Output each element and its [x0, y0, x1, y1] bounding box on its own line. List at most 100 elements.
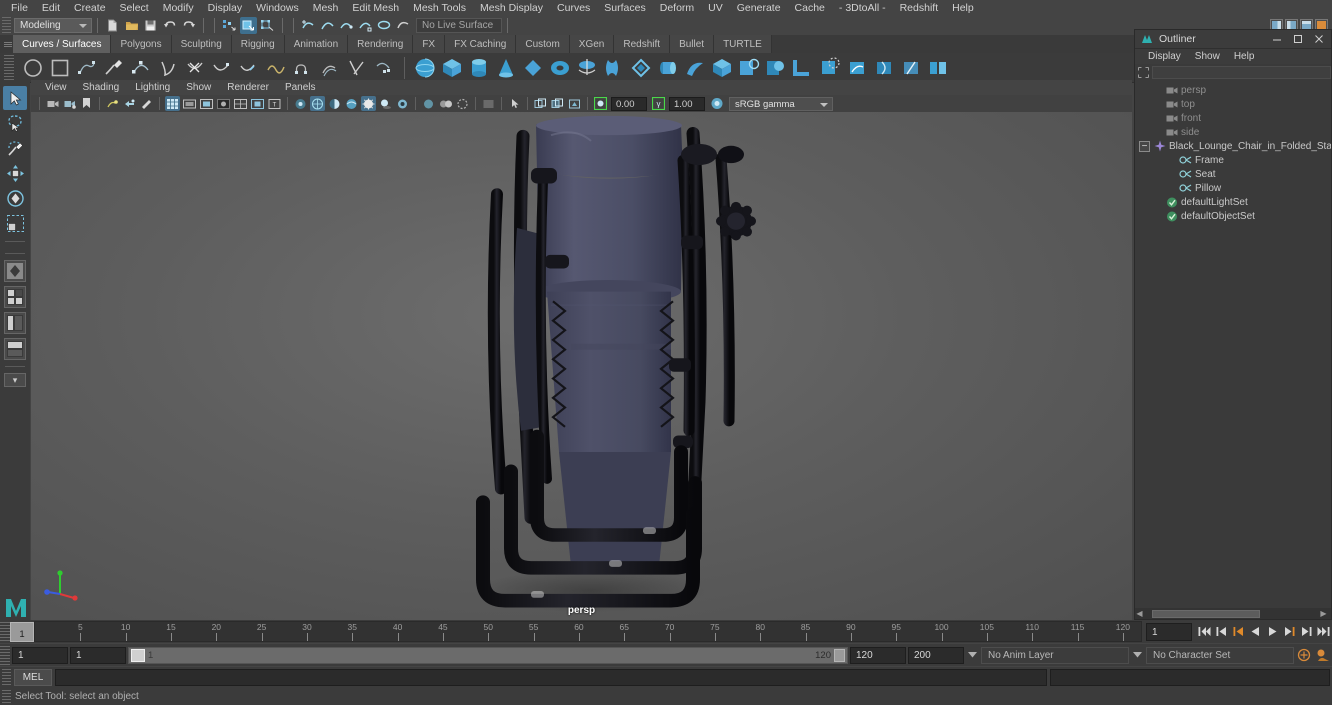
arc-curve-icon[interactable]	[155, 55, 181, 81]
motion-blur-icon[interactable]	[421, 96, 436, 111]
range-slider-grip[interactable]	[0, 645, 10, 665]
menu-cache[interactable]: Cache	[788, 0, 832, 16]
maximize-button[interactable]	[1287, 31, 1308, 48]
viewport-menu-renderer[interactable]: Renderer	[219, 80, 277, 95]
step-back-key-icon[interactable]	[1213, 622, 1230, 641]
outliner-menu-help[interactable]: Help	[1227, 49, 1262, 64]
color-management-selector[interactable]: sRGB gamma	[729, 96, 833, 111]
menu-deform[interactable]: Deform	[653, 0, 701, 16]
shadows-icon[interactable]	[378, 96, 393, 111]
menu-mesh[interactable]: Mesh	[306, 0, 346, 16]
outliner-item[interactable]: defaultObjectSet	[1135, 209, 1331, 223]
range-end-field[interactable]: 200	[908, 646, 964, 664]
shelf-tab-sculpting[interactable]: Sculpting	[171, 35, 232, 53]
scrollbar-thumb[interactable]	[1152, 609, 1260, 618]
pencil-curve-icon[interactable]	[101, 55, 127, 81]
use-all-lights-icon[interactable]	[361, 96, 376, 111]
film-gate-icon[interactable]	[182, 96, 197, 111]
viewport-menu-show[interactable]: Show	[178, 80, 219, 95]
step-forward-frame-icon[interactable]	[1281, 622, 1298, 641]
snap-projected-icon[interactable]	[357, 17, 374, 34]
intersect-icon[interactable]	[817, 55, 843, 81]
rotate-tool[interactable]	[3, 186, 27, 210]
bevel-icon[interactable]	[763, 55, 789, 81]
grid-toggle-icon[interactable]	[165, 96, 180, 111]
extrude-icon[interactable]	[655, 55, 681, 81]
exposure-gate-icon[interactable]	[250, 96, 265, 111]
film-origin-icon[interactable]	[233, 96, 248, 111]
help-line-grip[interactable]	[2, 689, 11, 704]
menu-redshift[interactable]: Redshift	[893, 0, 946, 16]
snap-view-plane-icon[interactable]	[376, 17, 393, 34]
select-camera-icon[interactable]	[45, 96, 60, 111]
menu-edit-mesh[interactable]: Edit Mesh	[345, 0, 406, 16]
gamma-field[interactable]: 1.00	[669, 96, 705, 111]
isolate-select-icon[interactable]	[455, 96, 470, 111]
ambient-occlusion-icon[interactable]	[395, 96, 410, 111]
attach-surface-icon[interactable]	[925, 55, 951, 81]
shelf-grip[interactable]	[4, 54, 14, 81]
planar-icon[interactable]	[628, 55, 654, 81]
shelf-tab-grip[interactable]	[2, 35, 13, 53]
live-surface-field[interactable]: No Live Surface	[416, 18, 502, 33]
viewport-scale-icon[interactable]: T	[267, 96, 282, 111]
time-slider-track[interactable]: 5 10 15 20 25 30 35 40 45 50 55 60 65 70 75 80 85 90 95 100…	[34, 621, 1142, 642]
animation-preferences-icon[interactable]	[1315, 646, 1332, 665]
image-plane-icon[interactable]	[105, 96, 120, 111]
gate-mask-icon[interactable]	[216, 96, 231, 111]
snap-curve-icon[interactable]	[319, 17, 336, 34]
menu-create[interactable]: Create	[67, 0, 113, 16]
gamma-toggle-icon[interactable]: γ	[651, 96, 666, 111]
menu-uv[interactable]: UV	[701, 0, 730, 16]
exposure-field[interactable]: 0.00	[611, 96, 647, 111]
menu-display[interactable]: Display	[201, 0, 249, 16]
range-start-field[interactable]: 1	[12, 646, 68, 664]
outliner-menu-show[interactable]: Show	[1188, 49, 1227, 64]
select-tool[interactable]	[3, 86, 27, 110]
wireframe-icon[interactable]	[310, 96, 325, 111]
minimize-button[interactable]	[1266, 31, 1287, 48]
offset-curve-icon[interactable]	[317, 55, 343, 81]
undo-icon[interactable]	[161, 17, 178, 34]
snap-construction-icon[interactable]	[395, 17, 412, 34]
rebuild-curve-icon[interactable]	[371, 55, 397, 81]
select-object-icon[interactable]	[240, 17, 257, 34]
nurbs-circle-icon[interactable]	[20, 55, 46, 81]
four-view-layout[interactable]	[4, 286, 26, 308]
chevron-down-icon[interactable]	[1131, 647, 1144, 664]
grease-pencil-icon[interactable]	[139, 96, 154, 111]
align-curve-icon[interactable]	[263, 55, 289, 81]
revolve-icon[interactable]	[574, 55, 600, 81]
chevron-down-icon[interactable]	[966, 647, 979, 664]
viewport-menu-lighting[interactable]: Lighting	[127, 80, 178, 95]
single-perspective-layout[interactable]	[4, 260, 26, 282]
range-right-handle[interactable]	[834, 648, 845, 662]
birail-icon[interactable]	[682, 55, 708, 81]
xray-icon[interactable]	[293, 96, 308, 111]
command-line-grip[interactable]	[2, 668, 11, 687]
move-tool[interactable]	[3, 161, 27, 185]
ep-curve-icon[interactable]	[74, 55, 100, 81]
play-backwards-icon[interactable]	[1247, 622, 1264, 641]
outliner-item[interactable]: − Black_Lounge_Chair_in_Folded_State_ncl1…	[1135, 139, 1331, 153]
ipr-render-icon[interactable]	[567, 96, 582, 111]
shelf-tab-custom[interactable]: Custom	[516, 35, 570, 53]
range-left-handle[interactable]	[131, 648, 145, 662]
script-language-button[interactable]: MEL	[14, 669, 52, 686]
menu-edit[interactable]: Edit	[35, 0, 67, 16]
save-scene-icon[interactable]	[142, 17, 159, 34]
nurbs-sphere-icon[interactable]	[412, 55, 438, 81]
filter-icon[interactable]	[1138, 66, 1149, 79]
shelf-tab-polygons[interactable]: Polygons	[111, 35, 172, 53]
shelf-tab-turtle[interactable]: TURTLE	[714, 35, 772, 53]
square-surface-icon[interactable]	[736, 55, 762, 81]
project-curve-icon[interactable]	[844, 55, 870, 81]
close-button[interactable]	[1308, 31, 1329, 48]
camera-attributes-icon[interactable]	[62, 96, 77, 111]
outliner-item[interactable]: Pillow	[1135, 181, 1331, 195]
bevel-plus-icon[interactable]	[790, 55, 816, 81]
go-to-start-icon[interactable]	[1196, 622, 1213, 641]
resolution-gate-icon[interactable]	[199, 96, 214, 111]
menu-select[interactable]: Select	[113, 0, 156, 16]
menu-file[interactable]: File	[4, 0, 35, 16]
